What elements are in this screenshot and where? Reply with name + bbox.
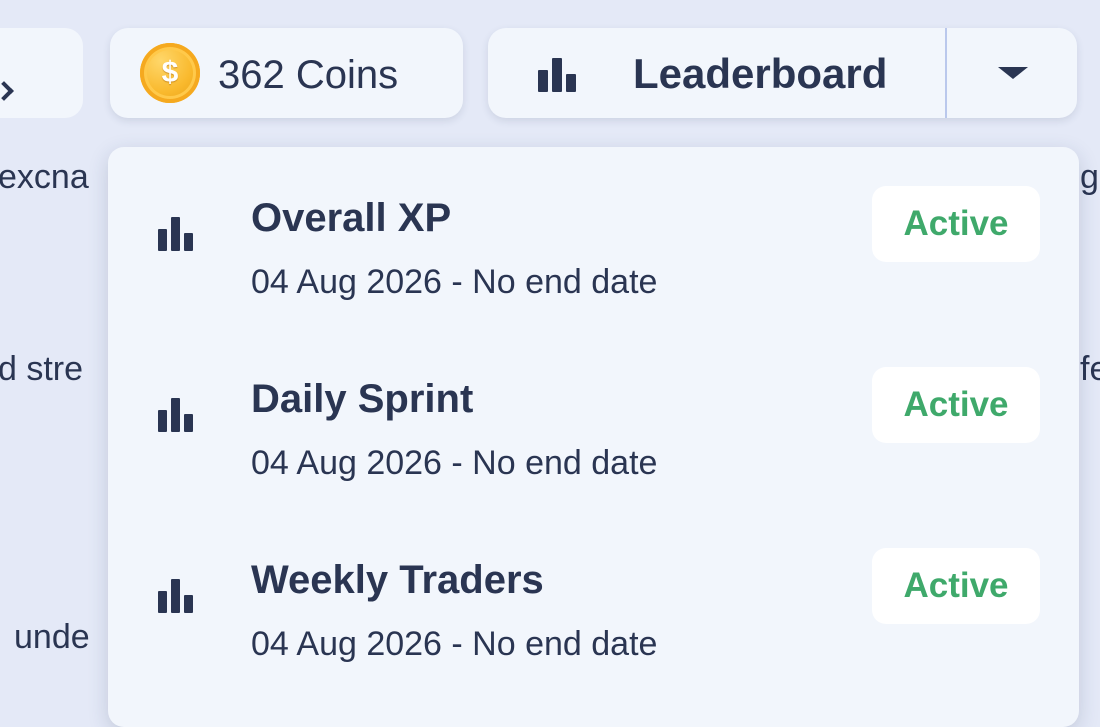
leaderboard-option-weekly-traders[interactable]: Weekly Traders 04 Aug 2026 - No end date… [108, 509, 1079, 679]
bar-chart-icon [158, 398, 193, 432]
leaderboard-option-daily-sprint[interactable]: Daily Sprint 04 Aug 2026 - No end date A… [108, 328, 1079, 498]
option-date-range: 04 Aug 2026 - No end date [251, 625, 658, 663]
bar-chart-icon [158, 217, 193, 251]
status-badge: Active [872, 548, 1040, 624]
option-date-range: 04 Aug 2026 - No end date [251, 444, 658, 482]
bar-chart-icon [158, 579, 193, 613]
leaderboard-option-overall-xp[interactable]: Overall XP 04 Aug 2026 - No end date Act… [108, 147, 1079, 317]
background-text-fragment: unde [14, 618, 90, 656]
leaderboard-label: Leaderboard [633, 50, 888, 97]
status-badge: Active [872, 186, 1040, 262]
background-text-fragment: d stre [0, 350, 84, 388]
background-text-fragment: fe [1080, 350, 1100, 388]
coins-balance[interactable]: $ 362 Coins [110, 28, 463, 118]
option-title: Daily Sprint [251, 377, 474, 421]
coin-icon: $ [140, 43, 200, 103]
option-date-range: 04 Aug 2026 - No end date [251, 263, 658, 301]
leaderboard-dropdown: Overall XP 04 Aug 2026 - No end date Act… [108, 147, 1079, 727]
bar-chart-icon [538, 58, 576, 92]
status-badge: Active [872, 367, 1040, 443]
coins-label: 362 Coins [218, 53, 399, 97]
option-title: Weekly Traders [251, 558, 544, 602]
background-text-fragment: excna [0, 158, 89, 196]
background-text-fragment: gr [1080, 158, 1100, 196]
leaderboard-selector[interactable]: Leaderboard [488, 28, 1077, 118]
divider [945, 28, 947, 118]
caret-down-icon[interactable] [998, 67, 1028, 79]
forward-nav-button[interactable] [0, 28, 83, 118]
chevron-right-icon [0, 81, 14, 101]
option-title: Overall XP [251, 196, 452, 240]
